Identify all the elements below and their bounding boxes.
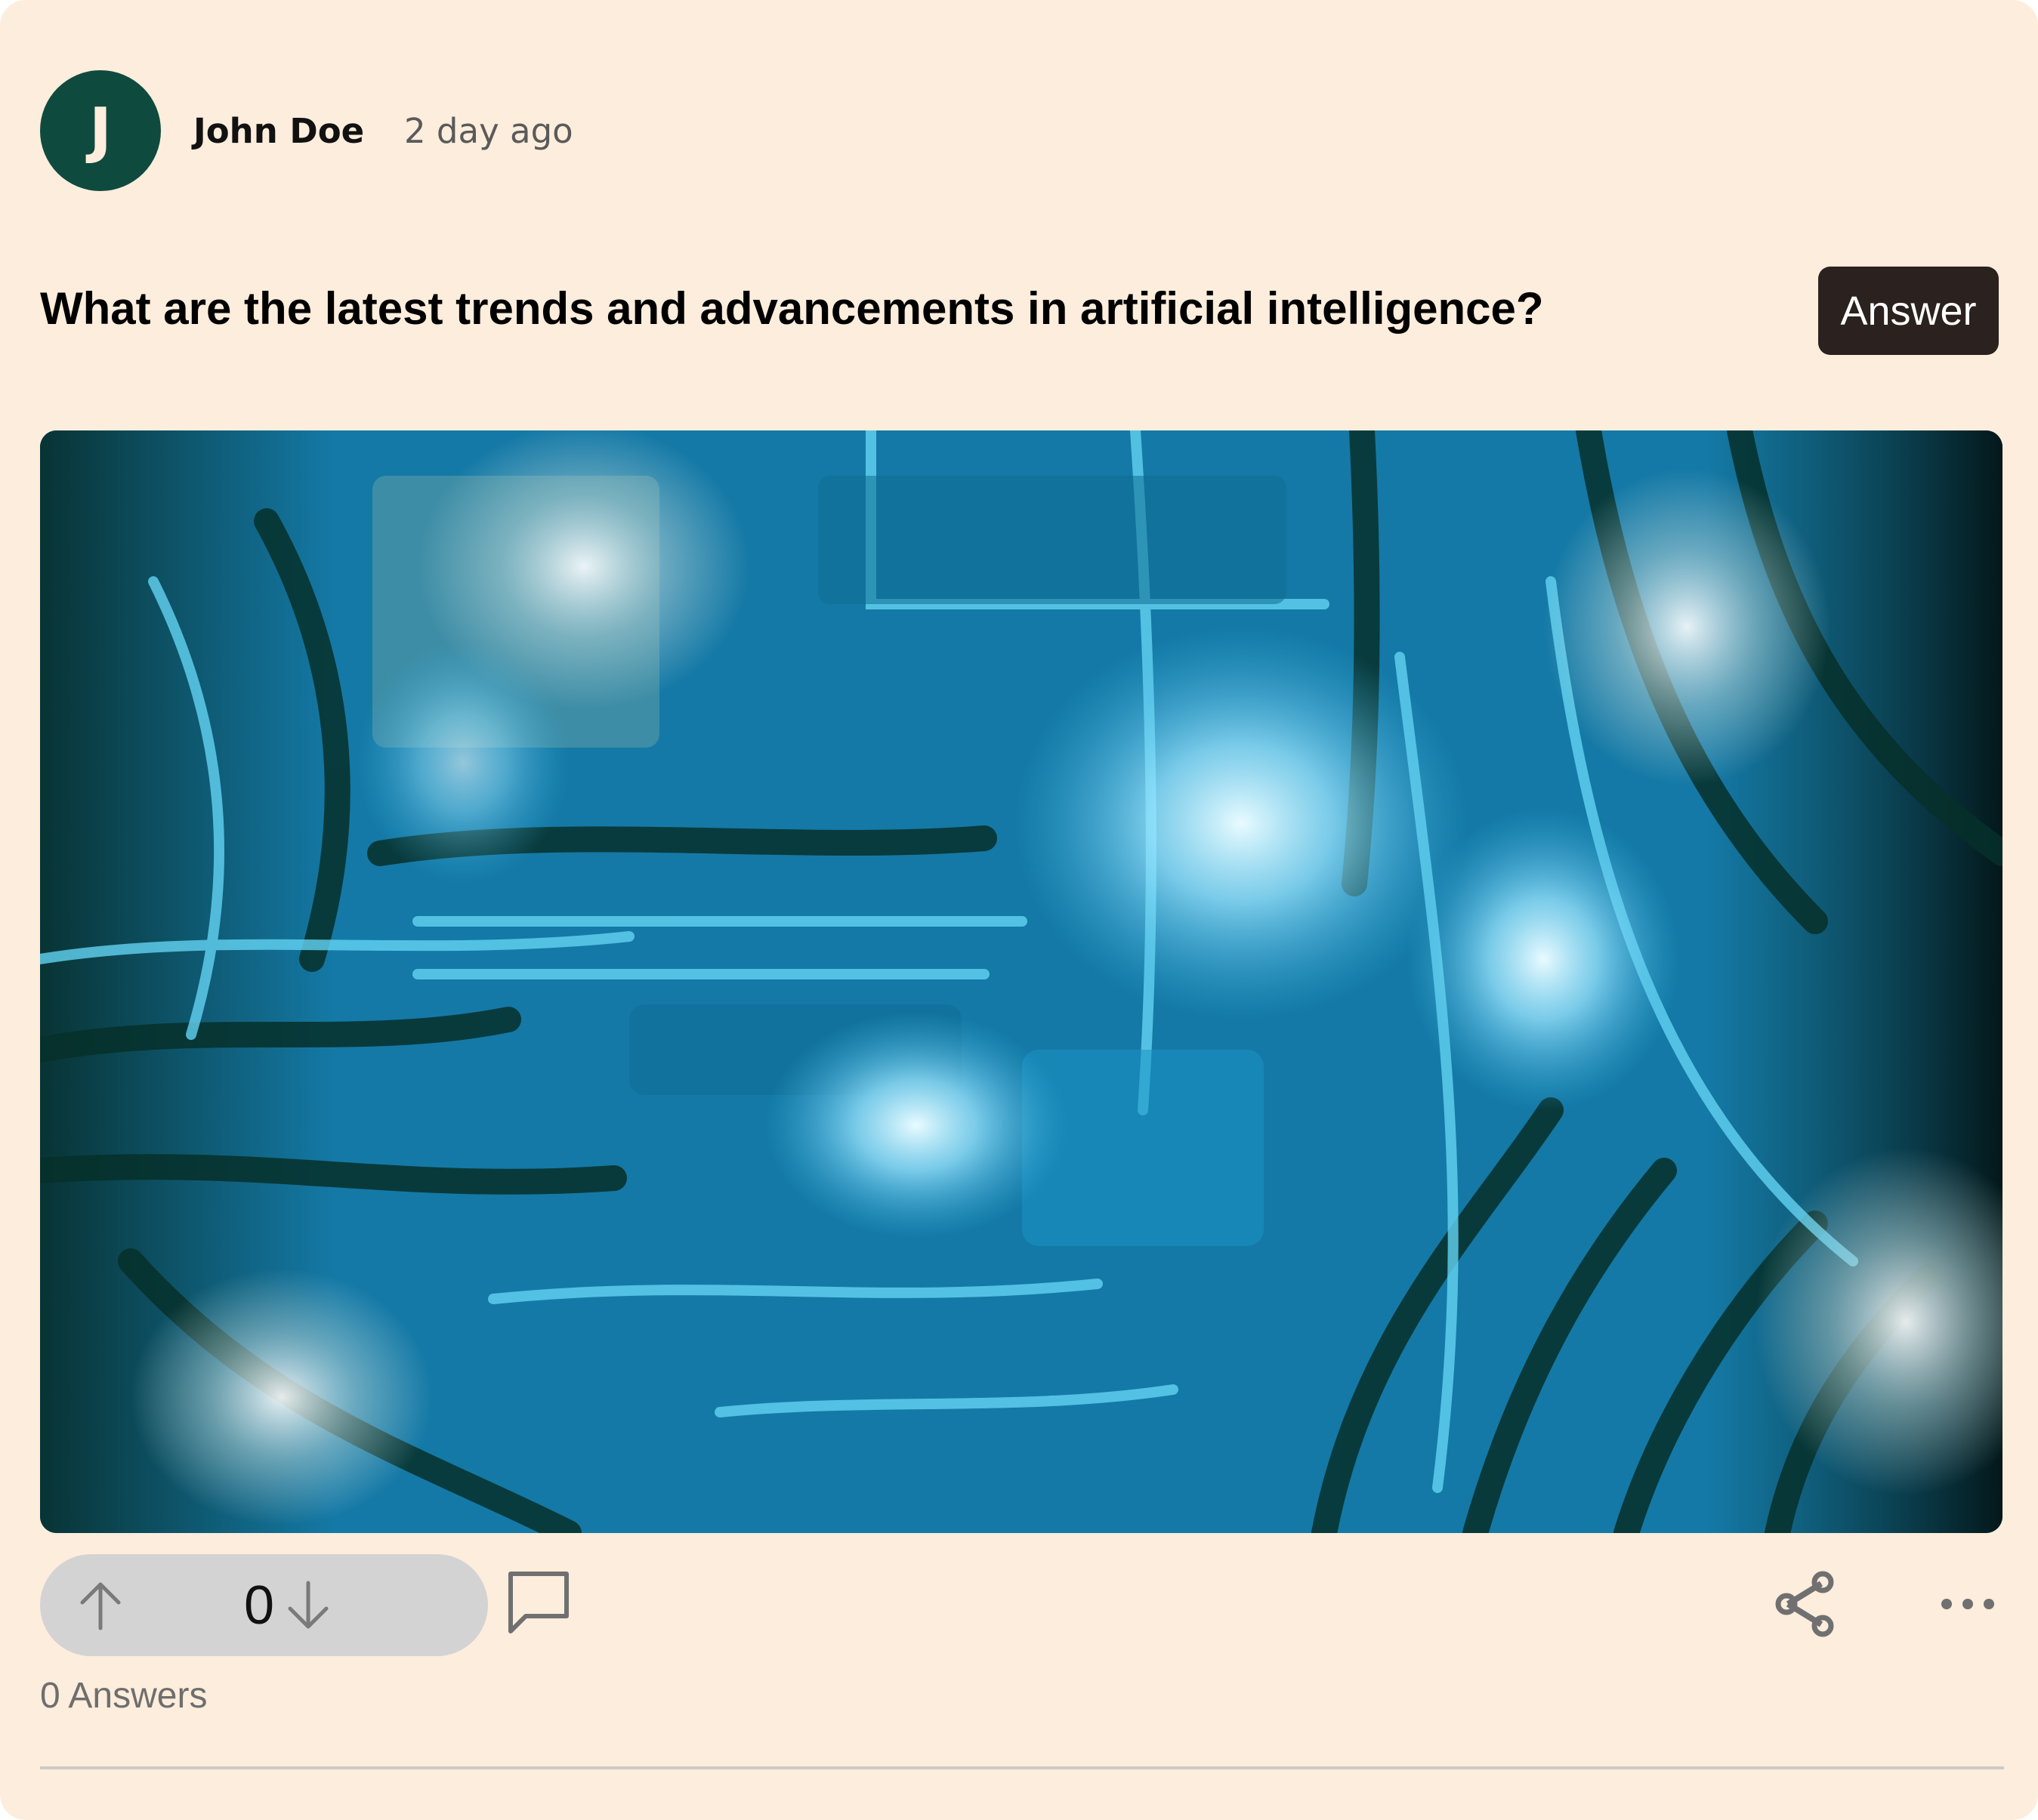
avatar[interactable]: J [40,70,161,191]
question-title[interactable]: What are the latest trends and advanceme… [40,282,1544,336]
author-name[interactable]: John Doe [193,110,364,153]
arrow-down-icon[interactable] [278,1575,338,1636]
speech-bubble-icon[interactable] [505,1569,573,1637]
question-card: J John Doe 2 day ago What are the latest… [0,0,2038,1820]
post-image [40,430,2002,1533]
divider [40,1766,2004,1769]
post-timestamp: 2 day ago [404,111,573,151]
answers-count[interactable]: 0 Answers [40,1675,207,1717]
vote-control: 0 [40,1554,488,1656]
share-icon[interactable] [1771,1570,1839,1638]
avatar-initial: J [89,95,112,165]
answer-button[interactable]: Answer [1818,267,1999,355]
ellipsis-icon[interactable] [1938,1580,1998,1628]
circuit-artwork [40,430,2002,1533]
arrow-up-icon[interactable] [70,1575,131,1636]
vote-count: 0 [244,1575,275,1636]
